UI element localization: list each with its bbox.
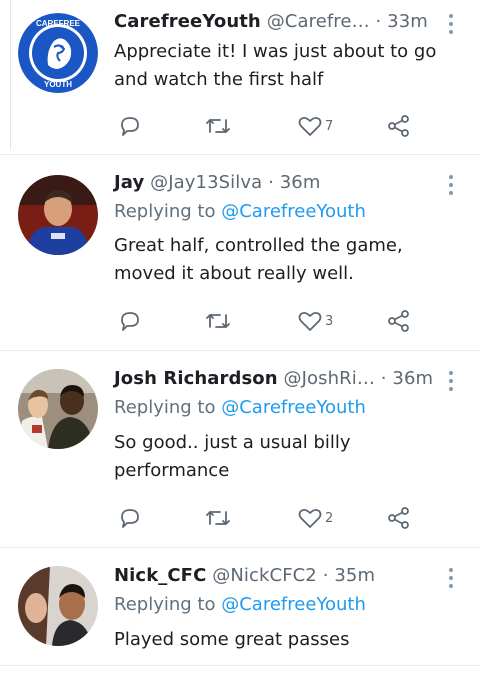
reply-button[interactable] bbox=[118, 504, 142, 532]
user-handle[interactable]: @Jay13Silva bbox=[150, 172, 262, 193]
share-icon bbox=[388, 310, 409, 332]
tweet-actions: 7 bbox=[114, 112, 424, 140]
logo-ring-text-bottom: YOUTH bbox=[44, 80, 72, 89]
tweet-header: Nick_CFC @NickCFC2 · 35m bbox=[114, 565, 375, 586]
separator-dot: · bbox=[375, 11, 382, 32]
heart-icon bbox=[298, 116, 322, 136]
share-button[interactable] bbox=[386, 307, 412, 335]
retweet-icon bbox=[206, 511, 230, 525]
display-name[interactable]: CarefreeYouth bbox=[114, 11, 261, 32]
tweet-header: Josh Richardson @JoshRi… · 36m bbox=[114, 368, 433, 389]
like-count: 3 bbox=[325, 313, 334, 329]
retweet-icon bbox=[206, 314, 230, 328]
more-vertical-icon[interactable] bbox=[447, 371, 455, 395]
separator-dot: · bbox=[380, 368, 387, 389]
timestamp[interactable]: 35m bbox=[334, 565, 375, 586]
replying-label: Replying to bbox=[114, 594, 216, 615]
separator-dot: · bbox=[322, 565, 329, 586]
replying-to: Replying to @CarefreeYouth bbox=[114, 397, 366, 418]
like-button[interactable]: 7 bbox=[297, 112, 333, 140]
logo-ring-text-top: CAREFREE bbox=[36, 19, 81, 28]
tweet[interactable]: Josh Richardson @JoshRi… · 36m Replying … bbox=[0, 351, 480, 548]
avatar[interactable]: CAREFREE YOUTH bbox=[18, 13, 98, 93]
user-handle[interactable]: @Carefre… bbox=[267, 11, 370, 32]
timestamp[interactable]: 33m bbox=[387, 11, 428, 32]
timestamp[interactable]: 36m bbox=[392, 368, 433, 389]
mention-link[interactable]: @CarefreeYouth bbox=[221, 201, 366, 222]
avatar[interactable] bbox=[18, 369, 98, 449]
display-name[interactable]: Nick_CFC bbox=[114, 565, 206, 586]
reply-icon bbox=[121, 509, 139, 528]
reply-icon bbox=[121, 312, 139, 331]
more-vertical-icon[interactable] bbox=[447, 175, 455, 199]
tweet[interactable]: Nick_CFC @NickCFC2 · 35m Replying to @Ca… bbox=[0, 548, 480, 666]
more-vertical-icon[interactable] bbox=[447, 14, 455, 38]
replying-label: Replying to bbox=[114, 201, 216, 222]
tweet-text: Great half, controlled the game, moved i… bbox=[114, 235, 403, 284]
retweet-button[interactable] bbox=[204, 307, 232, 335]
display-name[interactable]: Jay bbox=[114, 172, 144, 193]
share-button[interactable] bbox=[386, 112, 412, 140]
avatar[interactable] bbox=[18, 566, 98, 646]
user-photo bbox=[18, 369, 98, 449]
heart-icon bbox=[298, 508, 322, 528]
timestamp[interactable]: 36m bbox=[280, 172, 321, 193]
reply-button[interactable] bbox=[118, 307, 142, 335]
replying-to: Replying to @CarefreeYouth bbox=[114, 594, 366, 615]
retweet-button[interactable] bbox=[204, 112, 232, 140]
share-icon bbox=[388, 507, 409, 529]
display-name[interactable]: Josh Richardson bbox=[114, 368, 278, 389]
heart-icon bbox=[298, 311, 322, 331]
replying-to: Replying to @CarefreeYouth bbox=[114, 201, 366, 222]
user-photo bbox=[18, 175, 98, 255]
tweet-text: So good.. just a usual billy performance bbox=[114, 432, 351, 481]
reply-icon bbox=[121, 117, 139, 136]
tweet-text: Appreciate it! I was just about to go an… bbox=[114, 41, 437, 90]
mention-link[interactable]: @CarefreeYouth bbox=[221, 594, 366, 615]
like-button[interactable]: 2 bbox=[297, 504, 333, 532]
retweet-button[interactable] bbox=[204, 504, 232, 532]
tweet[interactable]: CAREFREE YOUTH CarefreeYouth @Carefre… ·… bbox=[0, 0, 480, 155]
user-photo bbox=[18, 566, 98, 646]
like-button[interactable]: 3 bbox=[297, 307, 333, 335]
carefree-youth-logo: CAREFREE YOUTH bbox=[18, 13, 98, 93]
tweet-header: CarefreeYouth @Carefre… · 33m bbox=[114, 11, 428, 32]
mention-link[interactable]: @CarefreeYouth bbox=[221, 397, 366, 418]
more-vertical-icon[interactable] bbox=[447, 568, 455, 592]
tweet-actions: 3 bbox=[114, 307, 424, 335]
reply-button[interactable] bbox=[118, 112, 142, 140]
tweet-header: Jay @Jay13Silva · 36m bbox=[114, 172, 321, 193]
replying-label: Replying to bbox=[114, 397, 216, 418]
share-button[interactable] bbox=[386, 504, 412, 532]
retweet-icon bbox=[206, 119, 230, 133]
user-handle[interactable]: @JoshRi… bbox=[284, 368, 375, 389]
avatar[interactable] bbox=[18, 175, 98, 255]
separator-dot: · bbox=[268, 172, 274, 193]
like-count: 2 bbox=[325, 510, 334, 526]
tweet-actions: 2 bbox=[114, 504, 424, 532]
like-count: 7 bbox=[325, 118, 334, 134]
user-handle[interactable]: @NickCFC2 bbox=[212, 565, 317, 586]
share-icon bbox=[388, 115, 409, 137]
tweet[interactable]: Jay @Jay13Silva · 36m Replying to @Caref… bbox=[0, 155, 480, 351]
tweet-text: Played some great passes bbox=[114, 629, 350, 650]
